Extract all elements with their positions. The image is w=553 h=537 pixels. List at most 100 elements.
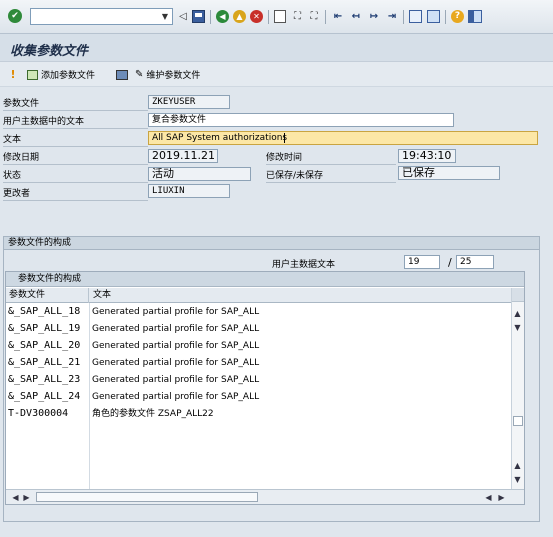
add-profile-label: 添加参数文件 xyxy=(41,71,96,81)
help-icon[interactable]: ? xyxy=(451,10,464,23)
label-underline xyxy=(3,182,148,183)
last-page-icon[interactable]: ⇥ xyxy=(385,10,399,23)
row-text: Generated partial profile for SAP_ALL xyxy=(92,324,260,334)
table-row[interactable]: &_SAP_ALL_21 Generated partial profile f… xyxy=(6,355,511,371)
current-entry-field[interactable]: 19 xyxy=(404,255,440,269)
label-underline xyxy=(3,164,148,165)
row-profile: &_SAP_ALL_20 xyxy=(8,340,81,351)
table-row[interactable]: T-DV300004 角色的参数文件 ZSAP_ALL22 xyxy=(6,406,511,422)
row-profile: &_SAP_ALL_18 xyxy=(8,306,81,317)
layout-icon[interactable] xyxy=(468,10,482,23)
table-row[interactable]: &_SAP_ALL_19 Generated partial profile f… xyxy=(6,321,511,337)
status-label: 状态 xyxy=(3,171,22,181)
row-text: 角色的参数文件 ZSAP_ALL22 xyxy=(92,409,214,419)
table-row[interactable]: &_SAP_ALL_18 Generated partial profile f… xyxy=(6,304,511,320)
table-row[interactable]: &_SAP_ALL_23 Generated partial profile f… xyxy=(6,372,511,388)
table-row[interactable]: &_SAP_ALL_20 Generated partial profile f… xyxy=(6,338,511,354)
save-icon[interactable] xyxy=(192,10,205,23)
scroll-right-icon[interactable]: ▶ xyxy=(21,492,32,503)
back-icon[interactable]: ◀ xyxy=(216,10,229,23)
changed-at-label: 修改时间 xyxy=(266,153,303,163)
horizontal-scrollbar[interactable]: ◀ ▶ ◀ ▶ xyxy=(6,489,524,504)
row-profile: &_SAP_ALL_24 xyxy=(8,391,81,402)
label-underline xyxy=(3,110,148,111)
row-profile: T-DV300004 xyxy=(8,408,69,419)
changed-at-field: 19:43:10 xyxy=(398,149,456,163)
row-text: Generated partial profile for SAP_ALL xyxy=(92,307,260,317)
pencil-icon: ✎ xyxy=(135,69,144,80)
info-icon[interactable]: ! xyxy=(10,68,16,81)
page-title: 收集参数文件 xyxy=(10,44,89,59)
user-master-text-count-label: 用户主数据文本 xyxy=(272,260,336,270)
scroll-left-icon[interactable]: ◀ xyxy=(483,492,494,503)
cancel-icon[interactable]: ✕ xyxy=(250,10,263,23)
check-icon[interactable]: ✔ xyxy=(8,9,22,23)
shortcut-icon[interactable] xyxy=(427,10,440,23)
user-master-text-label: 用户主数据中的文本 xyxy=(3,117,85,127)
table-header: 参数文件 文本 xyxy=(6,288,511,303)
next-page-icon[interactable]: ↦ xyxy=(367,10,381,23)
scroll-left-icon[interactable]: ◀ xyxy=(10,492,21,503)
column-header-text[interactable]: 文本 xyxy=(90,288,111,303)
find-icon[interactable]: ⛶ xyxy=(291,10,304,23)
entry-separator: / xyxy=(448,256,452,269)
group-title: 参数文件的构成 xyxy=(4,237,539,250)
back-triangle-icon[interactable]: ◁ xyxy=(178,10,188,23)
label-underline xyxy=(3,200,148,201)
create-session-icon[interactable] xyxy=(409,10,422,23)
label-underline xyxy=(266,164,396,165)
print-icon[interactable] xyxy=(274,10,286,23)
scroll-up-icon[interactable]: ▲ xyxy=(512,308,523,319)
profiles-table: 参数文件的构成 参数文件 文本 &_SAP_ALL_18 Generated p… xyxy=(5,271,525,505)
vertical-scrollbar[interactable]: ▲ ▼ ▲ ▼ xyxy=(511,288,524,489)
profile-field[interactable]: ZKEYUSER xyxy=(148,95,230,109)
saved-field: 已保存 xyxy=(398,166,500,180)
profile-label: 参数文件 xyxy=(3,99,40,109)
row-profile: &_SAP_ALL_23 xyxy=(8,374,81,385)
toolbar-separator xyxy=(268,10,269,24)
first-page-icon[interactable]: ⇤ xyxy=(331,10,345,23)
row-profile: &_SAP_ALL_21 xyxy=(8,357,81,368)
toolbar-separator xyxy=(403,10,404,24)
system-toolbar: ✔ ▼ ◁ ◀ ▲ ✕ ⛶ ⛶ ⇤ ↤ ↦ ⇥ ? xyxy=(0,0,553,34)
maintain-profile-button[interactable]: ✎ 维护参数文件 xyxy=(116,68,200,81)
h-scroll-thumb[interactable] xyxy=(36,492,258,502)
changed-on-field: 2019.11.21 xyxy=(148,149,218,163)
label-underline xyxy=(266,182,396,183)
column-header-profile[interactable]: 参数文件 xyxy=(6,288,89,303)
chevron-down-icon[interactable]: ▼ xyxy=(158,9,172,24)
add-profile-button[interactable]: 添加参数文件 xyxy=(27,68,95,81)
status-field: 活动 xyxy=(148,167,251,181)
exit-icon[interactable]: ▲ xyxy=(233,10,246,23)
settings-column-icon[interactable] xyxy=(512,288,524,302)
scroll-down-icon[interactable]: ▼ xyxy=(512,322,523,333)
changed-by-field: LIUXIN xyxy=(148,184,230,198)
row-text: Generated partial profile for SAP_ALL xyxy=(92,358,260,368)
table-row[interactable]: &_SAP_ALL_24 Generated partial profile f… xyxy=(6,389,511,405)
scroll-up-icon[interactable]: ▲ xyxy=(512,460,523,471)
scroll-right-icon[interactable]: ▶ xyxy=(496,492,507,503)
label-underline xyxy=(3,128,148,129)
row-text: Generated partial profile for SAP_ALL xyxy=(92,341,260,351)
row-profile: &_SAP_ALL_19 xyxy=(8,323,81,334)
text-label: 文本 xyxy=(3,135,22,145)
scroll-down-icon[interactable]: ▼ xyxy=(512,474,523,485)
label-underline xyxy=(3,146,148,147)
scroll-thumb[interactable] xyxy=(513,416,523,426)
toolbar-separator xyxy=(325,10,326,24)
saved-label: 已保存/未保存 xyxy=(266,171,324,181)
application-toolbar: ! 添加参数文件 ✎ 维护参数文件 xyxy=(0,62,553,87)
toolbar-separator xyxy=(445,10,446,24)
prev-page-icon[interactable]: ↤ xyxy=(349,10,363,23)
changed-by-label: 更改者 xyxy=(3,189,31,199)
text-field[interactable]: All SAP System authorizations xyxy=(148,131,538,145)
add-icon xyxy=(27,69,38,80)
screen-icon xyxy=(116,69,128,80)
command-field[interactable]: ▼ xyxy=(30,8,173,25)
find-next-icon[interactable]: ⛶ xyxy=(307,10,321,23)
text-cursor xyxy=(284,133,285,143)
user-master-text-field[interactable]: 复合参数文件 xyxy=(148,113,454,127)
total-entries-field: 25 xyxy=(456,255,494,269)
row-text: Generated partial profile for SAP_ALL xyxy=(92,375,260,385)
toolbar-separator xyxy=(210,10,211,24)
